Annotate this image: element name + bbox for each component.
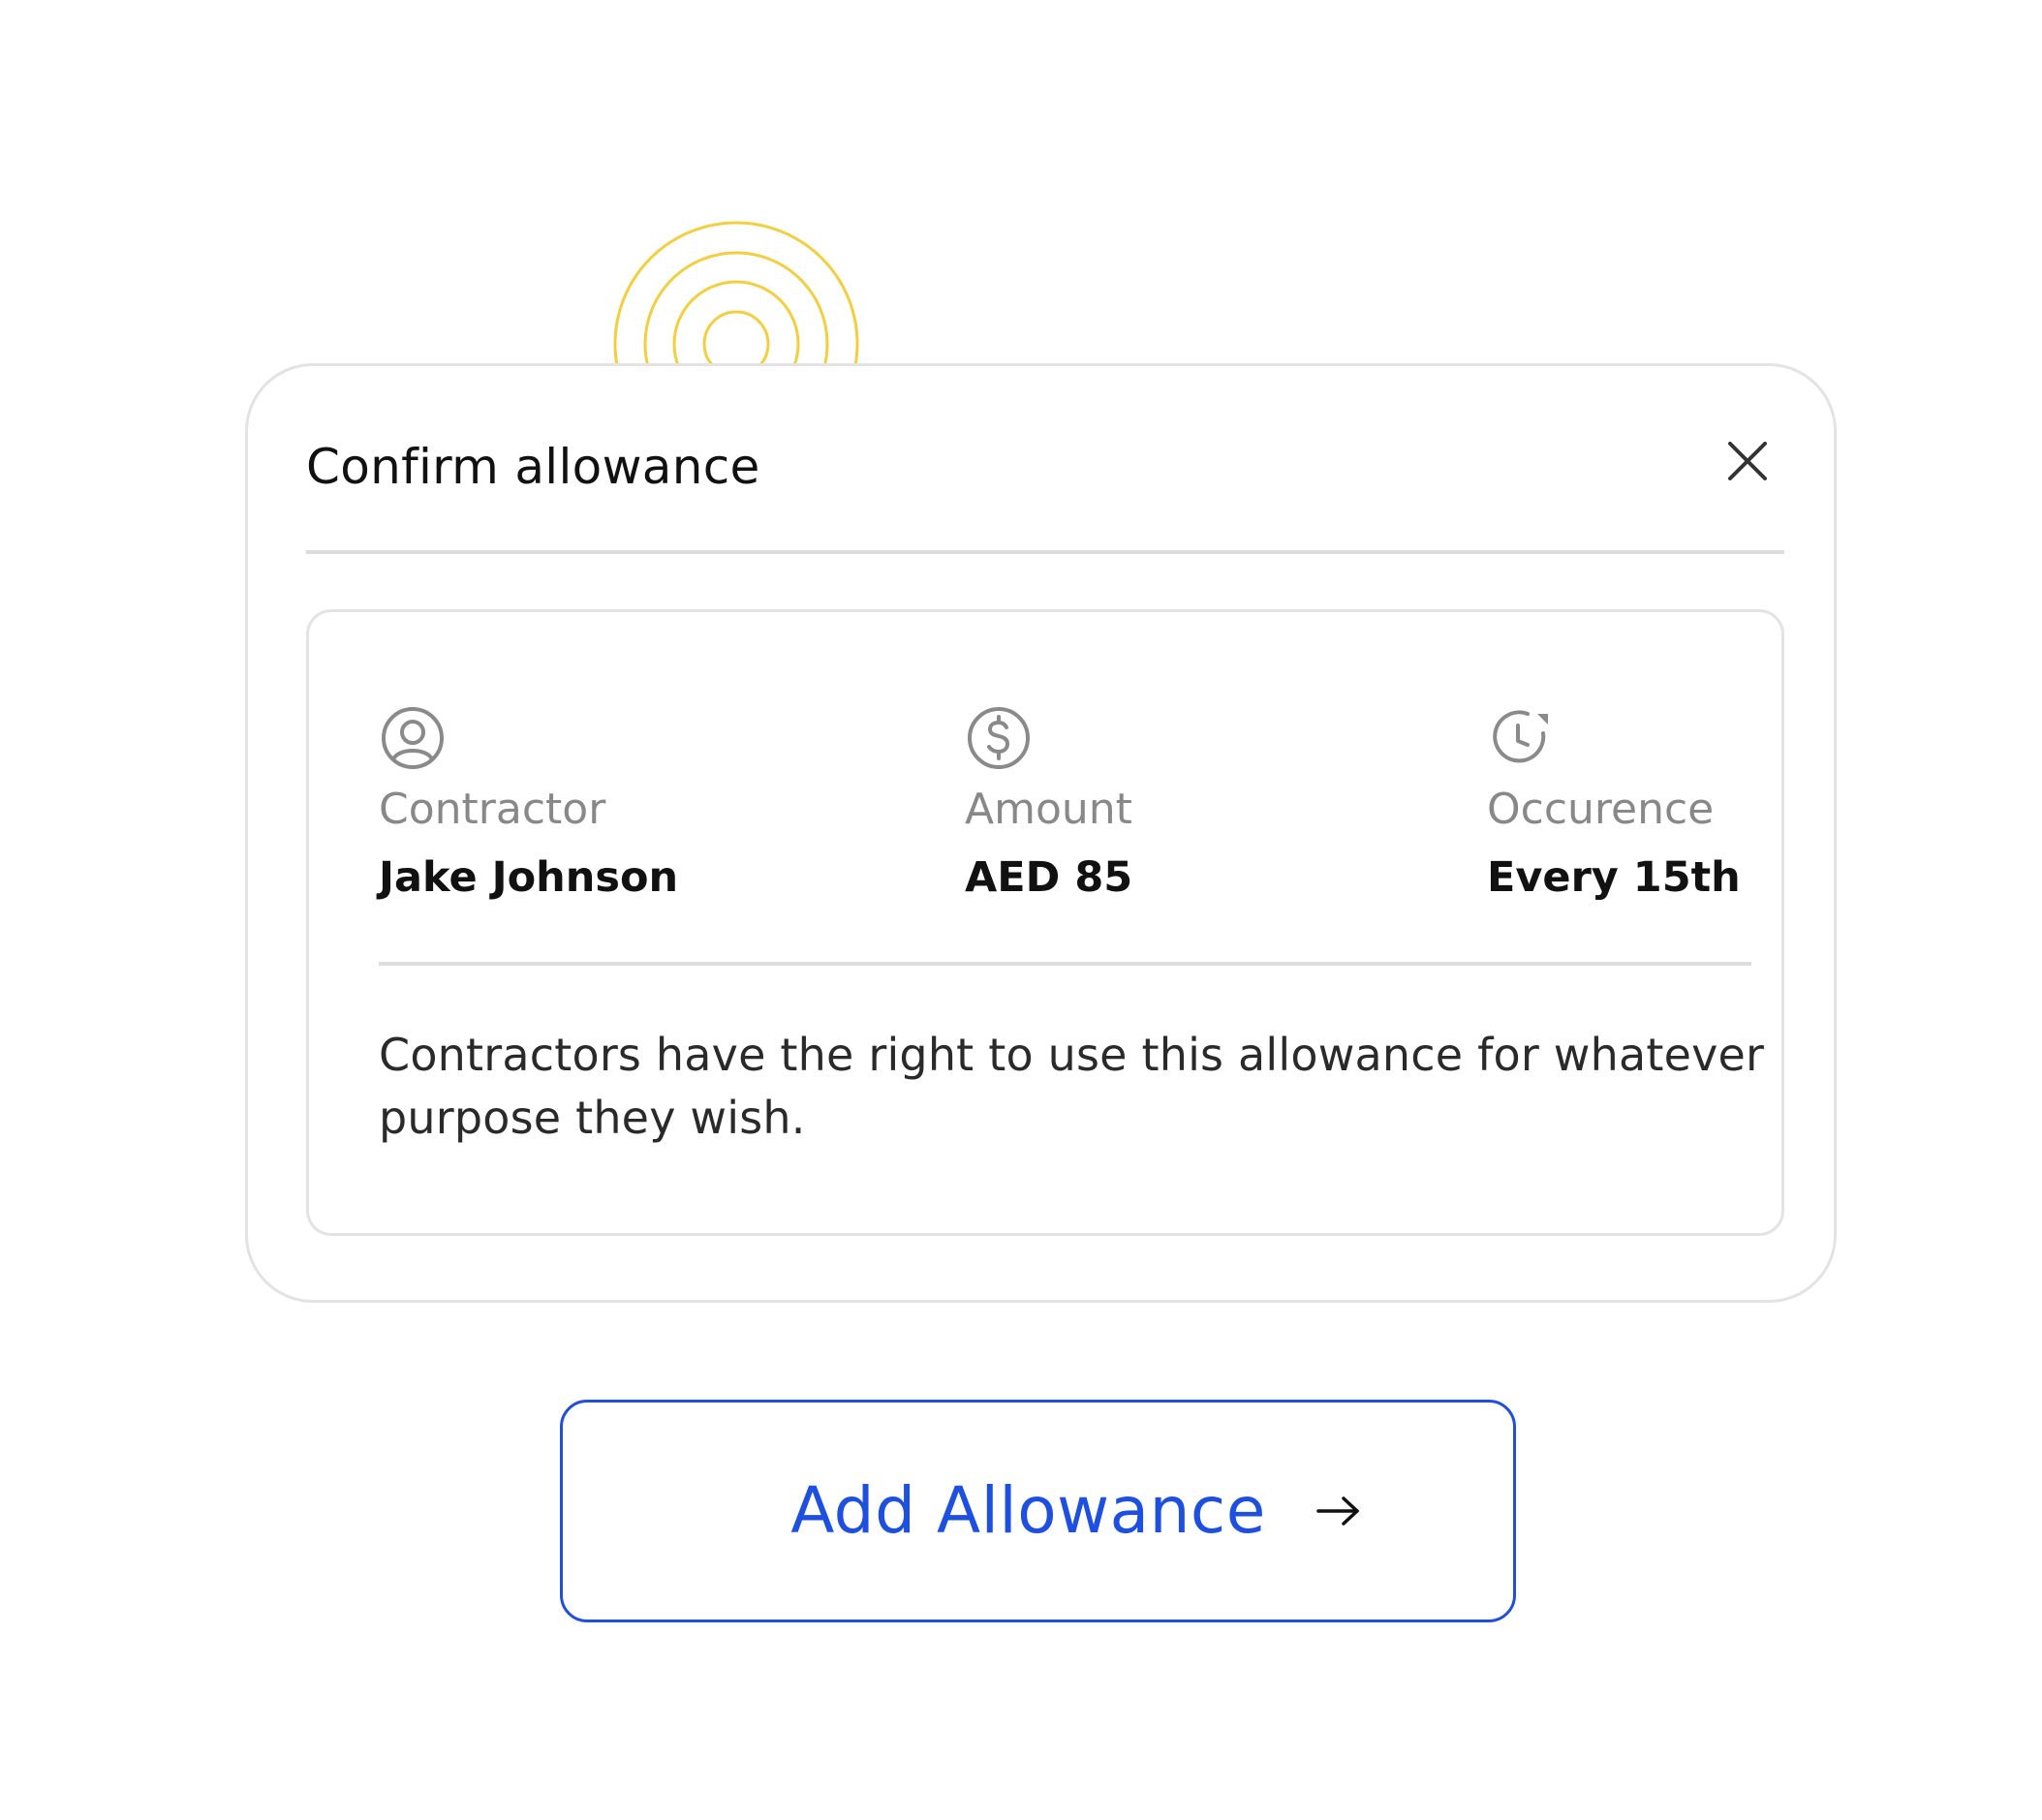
detail-value: Every 15th <box>1487 853 1741 902</box>
header-divider <box>306 550 1784 554</box>
detail-value: AED 85 <box>965 853 1133 902</box>
detail-contractor: Contractor Jake Johnson <box>379 704 678 904</box>
concentric-rings-decoration <box>610 221 862 366</box>
detail-value: Jake Johnson <box>379 853 679 902</box>
details-card: Contractor Jake Johnson Amount AED 85 Oc… <box>306 609 1784 1236</box>
add-allowance-label: Add Allowance <box>790 1473 1266 1548</box>
dialog-title: Confirm allowance <box>306 439 760 495</box>
clock-recurring-icon <box>1493 710 1548 763</box>
close-icon <box>1728 442 1767 480</box>
detail-label: Amount <box>965 785 1132 834</box>
dollar-circle-icon <box>968 707 1030 769</box>
detail-occurence: Occurence Every 15th <box>1487 704 1741 904</box>
confirm-allowance-dialog: Confirm allowance Contractor Jake Johnso… <box>245 363 1837 1303</box>
close-button[interactable] <box>1720 434 1775 488</box>
detail-amount: Amount AED 85 <box>965 704 1132 904</box>
detail-label: Contractor <box>379 785 606 834</box>
add-allowance-button[interactable]: Add Allowance <box>560 1400 1516 1622</box>
card-divider <box>379 962 1751 966</box>
arrow-right-icon <box>1316 1496 1359 1526</box>
user-circle-icon <box>382 707 444 769</box>
detail-label: Occurence <box>1487 785 1715 834</box>
allowance-description: Contractors have the right to use this a… <box>379 1029 1765 1144</box>
